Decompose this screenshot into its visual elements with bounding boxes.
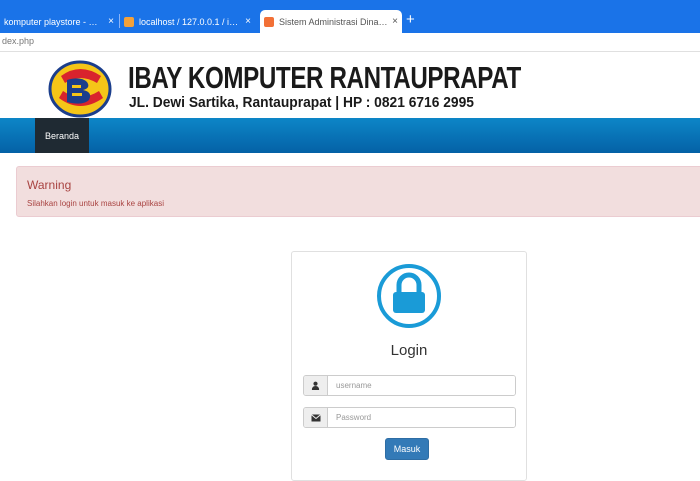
login-submit-button[interactable]: Masuk bbox=[385, 438, 429, 460]
favicon-icon bbox=[264, 16, 274, 27]
login-panel: Login Masuk bbox=[291, 251, 527, 481]
browser-tab-1[interactable]: komputer playstore - Goog × bbox=[0, 10, 118, 33]
tab-close-icon[interactable]: × bbox=[245, 16, 251, 27]
password-input[interactable] bbox=[328, 408, 515, 427]
new-tab-button[interactable]: + bbox=[406, 12, 415, 28]
tab-close-icon[interactable]: × bbox=[108, 16, 114, 27]
browser-tab-3-active[interactable]: Sistem Administrasi Dinas Pertan × bbox=[260, 10, 402, 33]
password-field bbox=[303, 407, 516, 428]
browser-tab-strip: komputer playstore - Goog × localhost / … bbox=[0, 0, 700, 33]
warning-alert: Warning Silahkan login untuk masuk ke ap… bbox=[16, 166, 700, 217]
browser-tab-2[interactable]: localhost / 127.0.0.1 / ibayoke / × bbox=[120, 10, 255, 33]
username-field bbox=[303, 375, 516, 396]
site-address: JL. Dewi Sartika, Rantauprapat | HP : 08… bbox=[129, 94, 474, 111]
alert-title: Warning bbox=[27, 178, 72, 192]
envelope-icon bbox=[304, 408, 328, 427]
address-url: dex.php bbox=[2, 36, 35, 46]
login-title: Login bbox=[390, 342, 428, 359]
site-brand-title: IBAY KOMPUTER RANTAUPRAPAT bbox=[128, 60, 521, 95]
site-logo bbox=[48, 60, 112, 118]
username-input[interactable] bbox=[328, 376, 515, 395]
user-icon bbox=[304, 376, 328, 395]
lock-icon bbox=[377, 264, 441, 328]
main-navbar: Beranda bbox=[0, 118, 700, 153]
alert-message: Silahkan login untuk masuk ke aplikasi bbox=[27, 199, 164, 208]
tab-title: komputer playstore - Goog bbox=[4, 16, 105, 27]
tab-title: localhost / 127.0.0.1 / ibayoke / bbox=[139, 16, 241, 27]
tab-title: Sistem Administrasi Dinas Pertan bbox=[279, 16, 388, 27]
favicon-icon bbox=[124, 16, 134, 27]
tab-close-icon[interactable]: × bbox=[392, 16, 398, 27]
nav-item-beranda[interactable]: Beranda bbox=[35, 118, 89, 153]
address-bar[interactable]: dex.php bbox=[0, 33, 700, 52]
